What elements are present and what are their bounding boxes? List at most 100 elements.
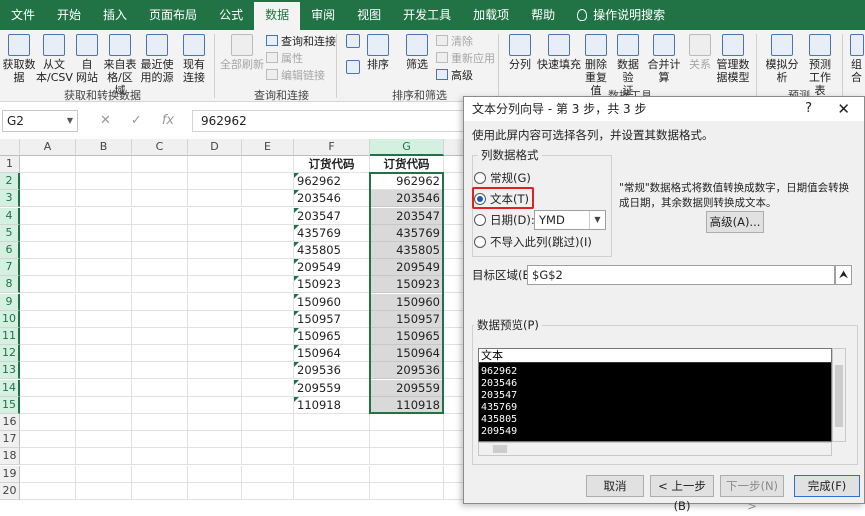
advanced-button[interactable]: 高级(A)... <box>706 211 764 233</box>
row-header[interactable]: 15 <box>0 396 20 414</box>
cell[interactable] <box>132 259 188 277</box>
cell[interactable] <box>370 465 444 483</box>
column-header-d[interactable]: D <box>188 139 242 156</box>
cell-f[interactable]: 150923 <box>294 276 370 294</box>
cell-header-f[interactable]: 订货代码 <box>294 156 370 173</box>
cell[interactable] <box>242 396 294 414</box>
cell[interactable] <box>188 276 242 294</box>
cell-f[interactable]: 962962 <box>294 173 370 191</box>
cell[interactable] <box>242 448 294 466</box>
cell[interactable] <box>188 293 242 311</box>
cell[interactable] <box>370 448 444 466</box>
cell[interactable] <box>20 345 76 363</box>
tab-developer[interactable]: 开发工具 <box>392 0 462 30</box>
cell[interactable] <box>294 465 370 483</box>
cell-f[interactable]: 150960 <box>294 293 370 311</box>
cell[interactable] <box>20 207 76 225</box>
queries-connections-button[interactable]: 查询和连接 <box>266 34 336 49</box>
advanced-filter-button[interactable]: 高级 <box>436 68 473 83</box>
preview-horizontal-scrollbar[interactable] <box>478 442 832 456</box>
cell-f[interactable]: 110918 <box>294 396 370 414</box>
scrollbar-thumb[interactable] <box>493 445 507 453</box>
sort-ascending-button[interactable] <box>344 34 362 50</box>
cell[interactable] <box>132 362 188 380</box>
enter-icon[interactable]: ✓ <box>131 113 142 128</box>
radio-general[interactable]: 常规(G) <box>474 171 531 185</box>
row-header[interactable]: 8 <box>0 276 20 294</box>
column-header-b[interactable]: B <box>76 139 132 156</box>
tab-addins[interactable]: 加载项 <box>462 0 520 30</box>
cell[interactable] <box>76 242 132 259</box>
cell[interactable] <box>242 259 294 277</box>
cell[interactable] <box>132 310 188 328</box>
row-header[interactable]: 12 <box>0 345 20 363</box>
cell[interactable] <box>76 259 132 277</box>
tab-data[interactable]: 数据 <box>254 2 301 30</box>
cell[interactable] <box>242 224 294 242</box>
name-box[interactable]: G2 ▼ <box>2 110 78 132</box>
row-header[interactable]: 9 <box>0 293 20 311</box>
row-header[interactable]: 20 <box>0 482 20 500</box>
radio-date[interactable]: 日期(D): <box>474 213 535 227</box>
cell[interactable] <box>76 310 132 328</box>
destination-input[interactable]: $G$2 <box>527 265 835 285</box>
cell[interactable] <box>76 293 132 311</box>
cell[interactable] <box>132 328 188 345</box>
cell-f[interactable]: 209559 <box>294 379 370 397</box>
cell[interactable] <box>20 328 76 345</box>
column-header-e[interactable]: E <box>242 139 294 156</box>
cell[interactable] <box>188 448 242 466</box>
cell[interactable] <box>20 482 76 500</box>
cell[interactable] <box>294 448 370 466</box>
cell[interactable] <box>294 414 370 431</box>
cell-g[interactable]: 962962 <box>370 173 444 191</box>
row-header[interactable]: 19 <box>0 465 20 483</box>
select-all-corner[interactable] <box>0 139 20 156</box>
cell-g[interactable]: 150960 <box>370 293 444 311</box>
cell[interactable] <box>188 156 242 173</box>
from-text-csv-button[interactable]: 从文 本/CSV <box>36 34 73 84</box>
cell[interactable] <box>132 224 188 242</box>
cell-f[interactable]: 203547 <box>294 207 370 225</box>
what-if-analysis-button[interactable]: 模拟分析 <box>762 34 802 84</box>
refresh-all-button[interactable]: 全部刷新 <box>220 34 264 71</box>
cell-f[interactable]: 150964 <box>294 345 370 363</box>
outline-group-button[interactable]: 组合 <box>848 34 865 84</box>
consolidate-button[interactable]: 合并计算 <box>644 34 684 84</box>
row-header[interactable]: 16 <box>0 414 20 431</box>
clear-filter-button[interactable]: 清除 <box>436 34 473 49</box>
row-header[interactable]: 4 <box>0 207 20 225</box>
cell[interactable] <box>242 310 294 328</box>
cell[interactable] <box>188 362 242 380</box>
function-icon[interactable]: fx <box>162 113 174 128</box>
cell-header-g[interactable]: 订货代码 <box>370 156 444 173</box>
cancel-icon[interactable]: ✕ <box>100 113 111 128</box>
cell[interactable] <box>242 431 294 449</box>
next-button[interactable]: 下一步(N) > <box>720 475 784 513</box>
data-preview-pane[interactable]: 文本 962962 203546 203547 435769 435805 20… <box>478 348 832 442</box>
cell[interactable] <box>242 465 294 483</box>
cell-g[interactable]: 435769 <box>370 224 444 242</box>
cell[interactable] <box>20 414 76 431</box>
cell[interactable] <box>132 448 188 466</box>
date-format-select[interactable]: YMD ▼ <box>534 210 606 230</box>
cell[interactable] <box>132 276 188 294</box>
cell[interactable] <box>132 242 188 259</box>
existing-connections-button[interactable]: 现有 连接 <box>180 34 208 84</box>
cell-g[interactable]: 203547 <box>370 207 444 225</box>
cell[interactable] <box>242 156 294 173</box>
column-header-a[interactable]: A <box>20 139 76 156</box>
cell[interactable] <box>76 465 132 483</box>
cell[interactable] <box>188 224 242 242</box>
column-header-g[interactable]: G <box>370 139 444 156</box>
cell[interactable] <box>370 482 444 500</box>
cell[interactable] <box>242 190 294 208</box>
cell[interactable] <box>294 431 370 449</box>
back-button[interactable]: < 上一步(B) <box>650 475 714 513</box>
cell[interactable] <box>20 379 76 397</box>
filter-button[interactable]: 筛选 <box>404 34 430 71</box>
row-header[interactable]: 11 <box>0 328 20 345</box>
preview-column-header[interactable]: 文本 <box>479 349 831 363</box>
row-header[interactable]: 7 <box>0 259 20 277</box>
cell[interactable] <box>188 482 242 500</box>
